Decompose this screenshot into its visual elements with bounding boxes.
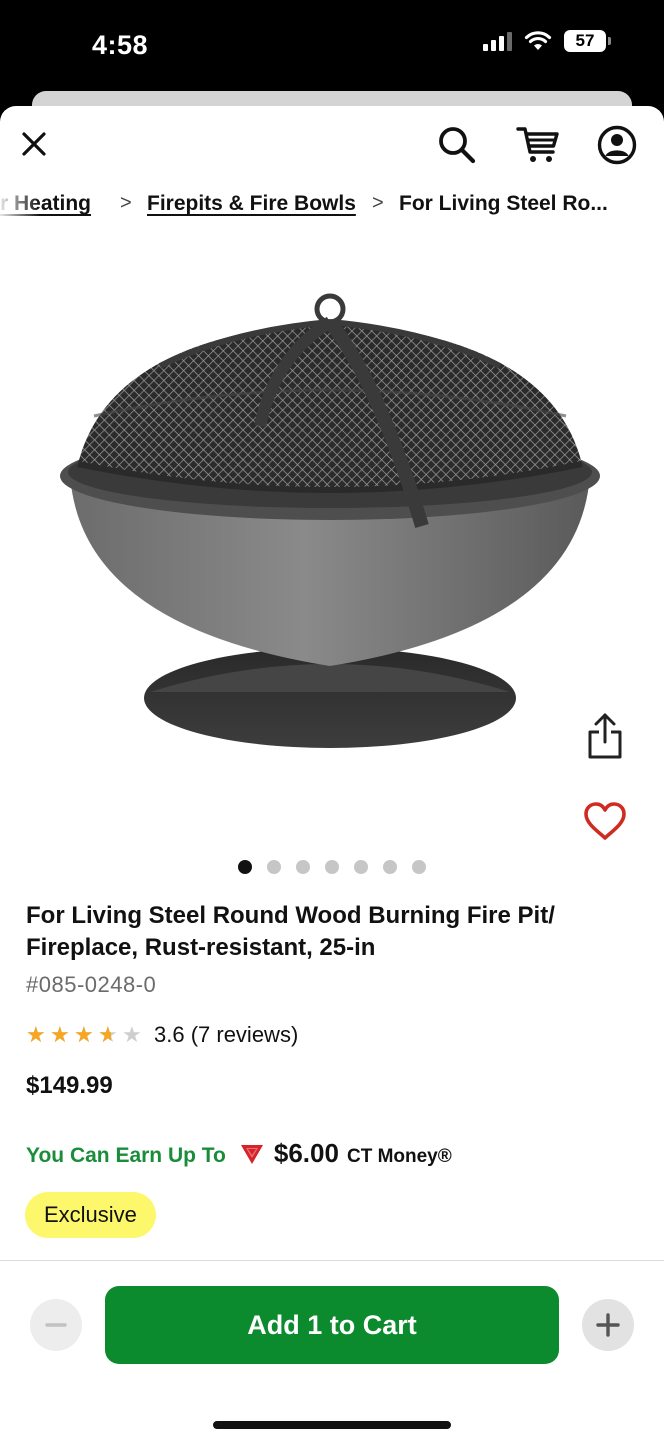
rating-text[interactable]: 3.6 (7 reviews)	[154, 1022, 298, 1048]
rewards-currency: CT Money®	[346, 1146, 452, 1167]
product-rating[interactable]: ★★★★★★★★★★ 3.6 (7 reviews)	[26, 1022, 298, 1048]
quantity-increase-button[interactable]	[582, 1299, 634, 1351]
add-to-cart-bar: Add 1 to Cart	[0, 1260, 664, 1440]
home-indicator	[213, 1421, 451, 1429]
breadcrumb-firepits[interactable]: Firepits & Fire Bowls	[147, 192, 356, 216]
status-bar: 4:58 57	[0, 0, 664, 100]
star-icon: ★★	[26, 1022, 46, 1047]
gallery-dot[interactable]	[412, 860, 426, 874]
product-sku: #085-0248-0	[26, 972, 157, 997]
add-to-cart-button[interactable]: Add 1 to Cart	[105, 1286, 559, 1364]
plus-icon	[596, 1313, 620, 1337]
wishlist-button[interactable]	[580, 798, 630, 844]
rewards-label: You Can Earn Up To	[26, 1144, 226, 1167]
breadcrumb-fade	[0, 192, 40, 222]
search-button[interactable]	[434, 122, 480, 168]
close-button[interactable]	[14, 124, 54, 164]
top-navigation	[0, 106, 664, 186]
account-icon	[597, 125, 637, 165]
close-icon	[22, 132, 46, 156]
gallery-dot[interactable]	[383, 860, 397, 874]
star-icon: ★★	[74, 1022, 94, 1047]
breadcrumb-separator: >	[372, 192, 384, 214]
gallery-dot[interactable]	[354, 860, 368, 874]
search-icon	[439, 127, 476, 164]
star-icon: ★★	[122, 1022, 142, 1047]
gallery-dot[interactable]	[325, 860, 339, 874]
heart-icon	[584, 802, 626, 840]
gallery-dot[interactable]	[267, 860, 281, 874]
share-icon	[588, 713, 622, 759]
rating-stars: ★★★★★★★★★★	[26, 1024, 144, 1046]
status-icons: 57	[483, 30, 611, 52]
breadcrumb-current: For Living Steel Ro...	[399, 192, 608, 215]
cellular-signal-icon	[483, 31, 512, 51]
status-time: 4:58	[92, 30, 149, 60]
product-sheet: r Heating > Firepits & Fire Bowls > For …	[0, 106, 664, 1440]
gallery-dot[interactable]	[296, 860, 310, 874]
exclusive-badge: Exclusive	[25, 1192, 156, 1238]
rewards-amount: $6.00	[273, 1138, 339, 1168]
quantity-decrease-button[interactable]	[30, 1299, 82, 1351]
wifi-icon	[524, 31, 552, 50]
product-price: $149.99	[26, 1072, 113, 1099]
breadcrumb-separator: >	[120, 192, 132, 214]
gallery-dot[interactable]	[238, 860, 252, 874]
battery-icon: 57	[564, 30, 611, 52]
minus-icon	[45, 1323, 67, 1327]
product-image[interactable]	[50, 276, 610, 766]
share-button[interactable]	[582, 710, 628, 762]
star-icon: ★★	[98, 1022, 118, 1047]
breadcrumb: r Heating > Firepits & Fire Bowls > For …	[0, 192, 664, 222]
rewards-earn: You Can Earn Up To $6.00 CT Money®	[26, 1138, 452, 1169]
account-button[interactable]	[594, 122, 640, 168]
image-pagination-dots	[238, 860, 426, 874]
cart-icon	[516, 127, 559, 162]
cart-button[interactable]	[514, 122, 562, 168]
product-title: For Living Steel Round Wood Burning Fire…	[26, 902, 555, 961]
star-icon: ★★	[50, 1022, 70, 1047]
canadian-tire-triangle-icon	[240, 1145, 263, 1164]
